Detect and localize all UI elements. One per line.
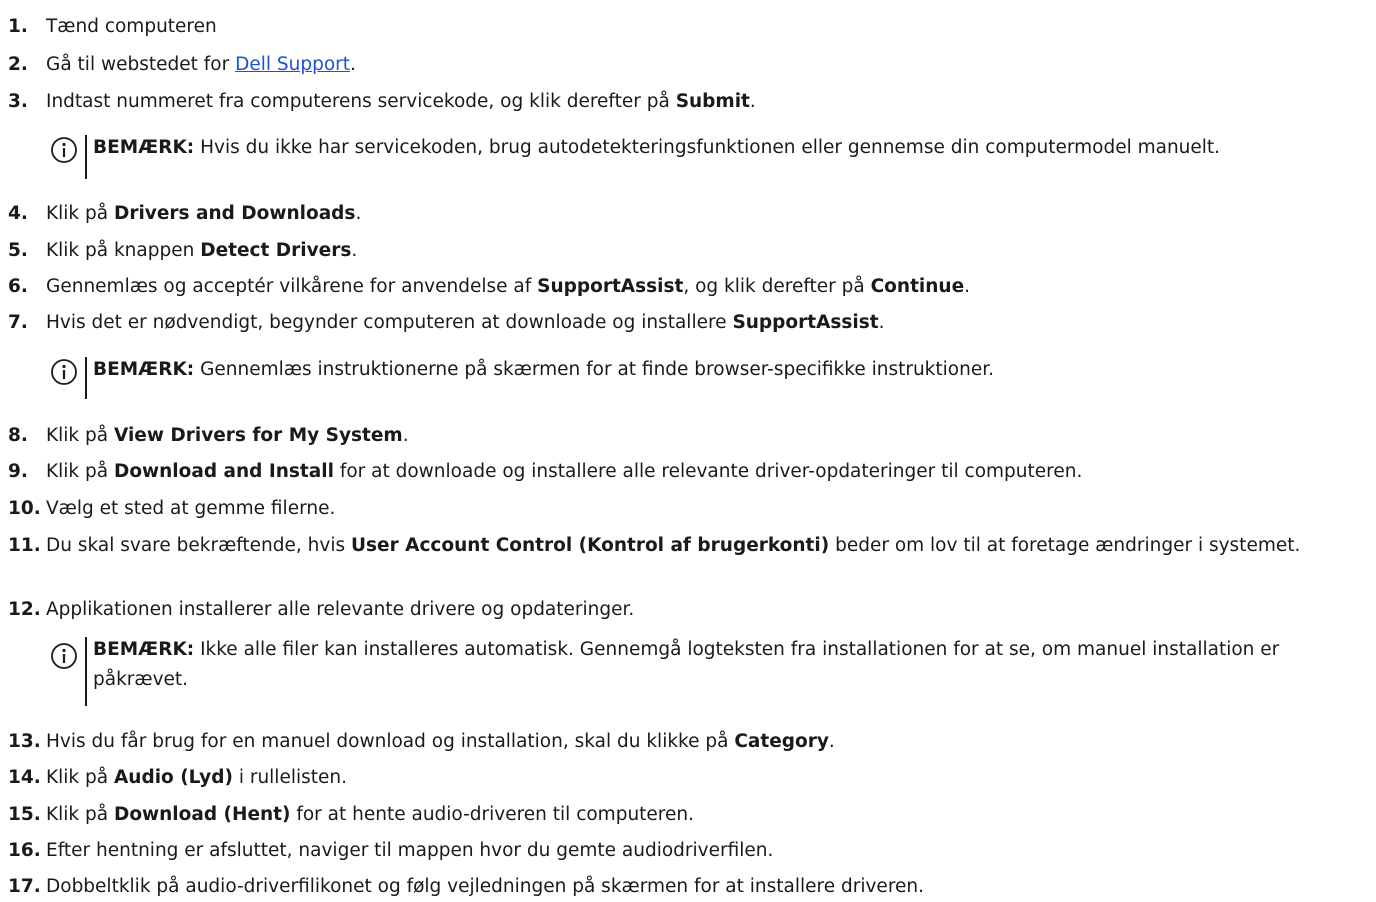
step-text: Vælg et sted at gemme filerne. <box>46 498 336 519</box>
step-text: Klik på Download (Hent) for at hente aud… <box>46 804 694 825</box>
step-text: Klik på View Drivers for My System. <box>46 425 409 446</box>
note-text: BEMÆRK: Ikke alle filer kan installeres … <box>93 639 1280 690</box>
step-text: Applikationen installerer alle relevante… <box>46 599 635 620</box>
step-11: 11. Du skal svare bekræftende, hvis User… <box>8 531 1338 561</box>
note-text: BEMÆRK: Gennemlæs instruktionerne på skæ… <box>93 359 994 380</box>
step-text: Klik på Audio (Lyd) i rullelisten. <box>46 767 347 788</box>
step-number: 10. <box>8 498 41 519</box>
step-text: Klik på Download and Install for at down… <box>46 461 1083 482</box>
info-circle-icon <box>51 643 77 669</box>
step-text: Gå til webstedet for Dell Support. <box>46 54 356 75</box>
step-number: 6. <box>8 276 28 297</box>
step-8: 8. Klik på View Drivers for My System. <box>8 421 1368 451</box>
note-3: BEMÆRK: Ikke alle filer kan installeres … <box>50 635 1372 706</box>
note-2: BEMÆRK: Gennemlæs instruktionerne på skæ… <box>50 355 1370 399</box>
step-text: Klik på Drivers and Downloads. <box>46 203 362 224</box>
step-number: 16. <box>8 840 41 861</box>
note-divider <box>85 357 87 399</box>
step-number: 8. <box>8 425 28 446</box>
step-number: 9. <box>8 461 28 482</box>
step-text: Klik på knappen Detect Drivers. <box>46 240 358 261</box>
step-5: 5. Klik på knappen Detect Drivers. <box>8 236 1368 266</box>
note-1: BEMÆRK: Hvis du ikke har servicekoden, b… <box>50 133 1370 179</box>
dell-support-link[interactable]: Dell Support <box>235 54 350 75</box>
note-text: BEMÆRK: Hvis du ikke har servicekoden, b… <box>93 137 1221 158</box>
step-number: 4. <box>8 203 28 224</box>
step-16: 16. Efter hentning er afsluttet, naviger… <box>8 836 1368 866</box>
step-text: Dobbeltklik på audio-driverfilikonet og … <box>46 876 925 897</box>
step-text: Du skal svare bekræftende, hvis User Acc… <box>46 535 1301 556</box>
step-number: 1. <box>8 16 28 37</box>
step-number: 11. <box>8 535 41 556</box>
note-divider <box>85 135 87 179</box>
step-1: 1. Tænd computeren <box>8 12 1368 42</box>
step-15: 15. Klik på Download (Hent) for at hente… <box>8 800 1368 830</box>
step-4: 4. Klik på Drivers and Downloads. <box>8 199 1368 229</box>
step-number: 15. <box>8 804 41 825</box>
step-text: Hvis du får brug for en manuel download … <box>46 731 835 752</box>
step-6: 6. Gennemlæs og acceptér vilkårene for a… <box>8 272 1368 302</box>
step-number: 14. <box>8 767 41 788</box>
info-circle-icon <box>51 137 77 163</box>
step-number: 2. <box>8 54 28 75</box>
step-text: Hvis det er nødvendigt, begynder compute… <box>46 312 885 333</box>
step-number: 13. <box>8 731 41 752</box>
info-circle-icon <box>51 359 77 385</box>
step-14: 14. Klik på Audio (Lyd) i rullelisten. <box>8 763 1368 793</box>
step-number: 3. <box>8 91 28 112</box>
step-text: Indtast nummeret fra computerens service… <box>46 91 756 112</box>
instruction-document: 1. Tænd computeren 2. Gå til webstedet f… <box>0 0 1376 902</box>
step-2: 2. Gå til webstedet for Dell Support. <box>8 50 1368 80</box>
step-13: 13. Hvis du får brug for en manuel downl… <box>8 727 1368 757</box>
step-7: 7. Hvis det er nødvendigt, begynder comp… <box>8 308 1368 338</box>
step-9: 9. Klik på Download and Install for at d… <box>8 457 1368 487</box>
step-number: 7. <box>8 312 28 333</box>
step-10: 10. Vælg et sted at gemme filerne. <box>8 494 1368 524</box>
step-12: 12. Applikationen installerer alle relev… <box>8 595 1368 625</box>
step-number: 17. <box>8 876 41 897</box>
note-divider <box>85 637 87 706</box>
step-text: Efter hentning er afsluttet, naviger til… <box>46 840 774 861</box>
step-number: 12. <box>8 599 41 620</box>
step-17: 17. Dobbeltklik på audio-driverfilikonet… <box>8 872 1368 902</box>
step-text: Tænd computeren <box>46 16 217 37</box>
step-number: 5. <box>8 240 28 261</box>
step-3: 3. Indtast nummeret fra computerens serv… <box>8 87 1368 117</box>
step-text: Gennemlæs og acceptér vilkårene for anve… <box>46 276 971 297</box>
